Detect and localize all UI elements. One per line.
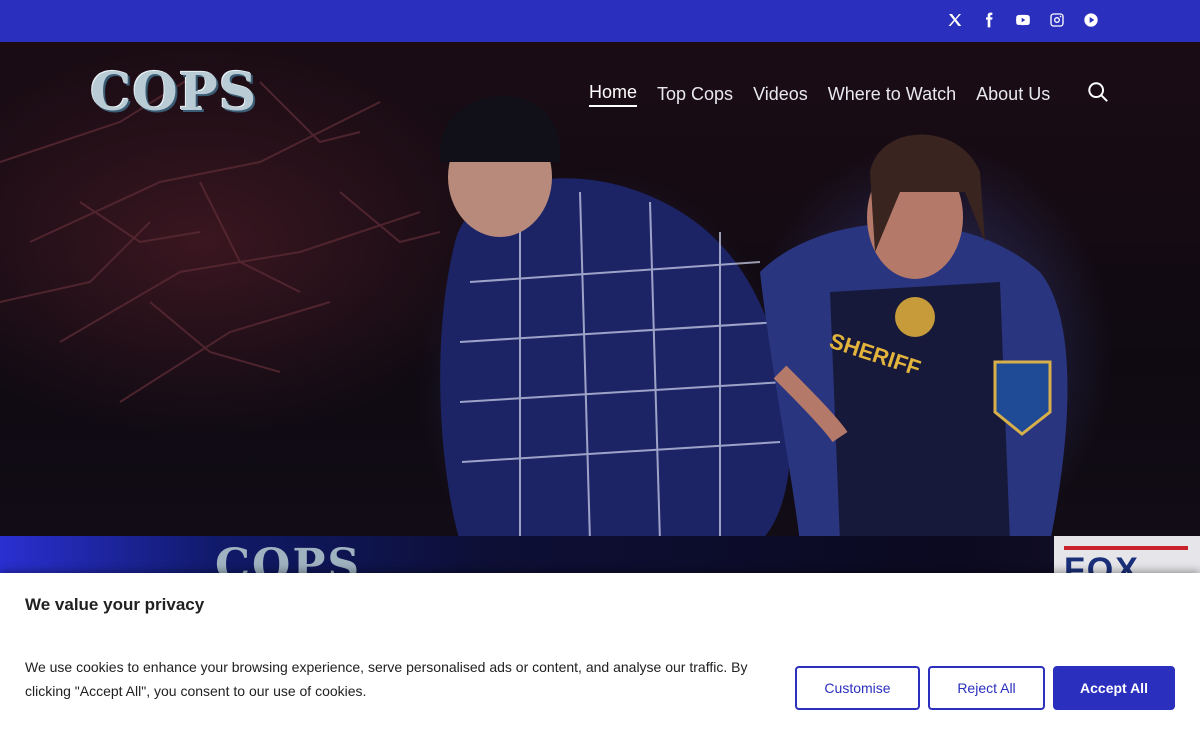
nav-top-cops[interactable]: Top Cops [657, 82, 733, 106]
social-links [946, 11, 1100, 29]
nav-about-us[interactable]: About Us [976, 82, 1050, 106]
accept-all-button[interactable]: Accept All [1053, 666, 1175, 710]
network-logo-stripe [1064, 546, 1188, 550]
cookie-description: We use cookies to enhance your browsing … [25, 659, 748, 699]
show-banner: COPS FOX [0, 536, 1200, 576]
officer-figure: SHERIFF [760, 134, 1068, 542]
nav-where-to-watch[interactable]: Where to Watch [828, 82, 956, 106]
youtube-icon[interactable] [1014, 11, 1032, 29]
logo-text: COPS [90, 62, 258, 123]
suspect-figure [440, 95, 791, 543]
nav-home[interactable]: Home [589, 80, 638, 107]
play-circle-icon[interactable] [1082, 11, 1100, 29]
instagram-icon[interactable] [1048, 11, 1066, 29]
cookie-consent-banner: We value your privacy We use cookies to … [0, 573, 1200, 740]
network-logo: FOX [1054, 536, 1200, 576]
site-logo[interactable]: COPS [90, 62, 258, 123]
x-icon[interactable] [946, 11, 964, 29]
main-nav: Home Top Cops Videos Where to Watch Abou… [589, 80, 1050, 107]
top-bar [0, 0, 1200, 42]
nav-videos[interactable]: Videos [753, 82, 808, 106]
reject-all-button[interactable]: Reject All [928, 666, 1045, 710]
facebook-icon[interactable] [980, 11, 998, 29]
banner-logo-text: COPS [215, 540, 362, 576]
customise-button[interactable]: Customise [795, 666, 920, 710]
cookie-title: We value your privacy [25, 595, 205, 614]
search-icon[interactable] [1087, 81, 1109, 103]
